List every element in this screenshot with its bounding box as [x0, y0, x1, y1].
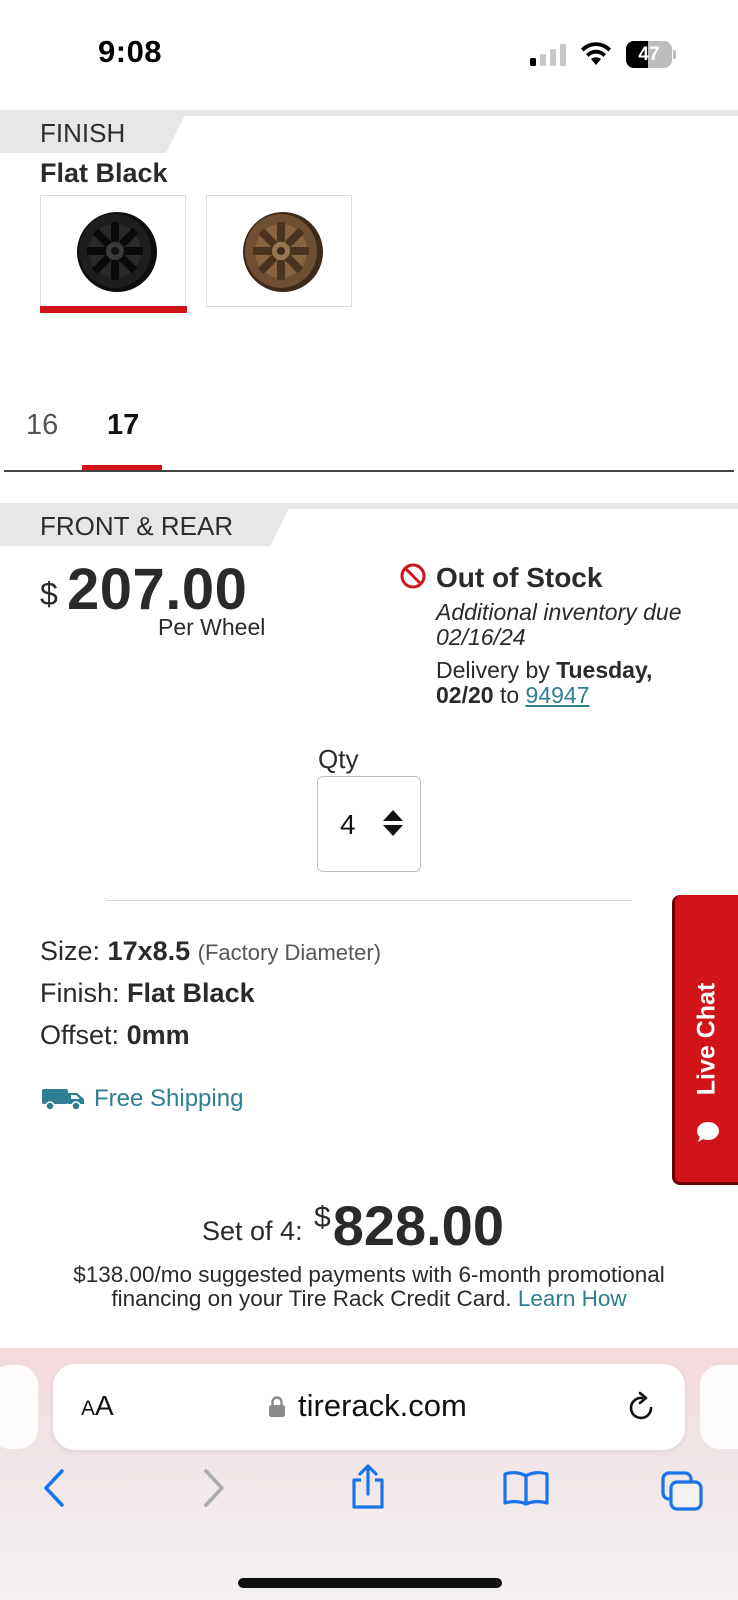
- set-total-label: Set of 4:: [202, 1216, 303, 1246]
- text-size-small-a: A: [81, 1397, 96, 1420]
- spec-offset: Offset: 0mm: [40, 1020, 190, 1051]
- free-shipping-label: Free Shipping: [94, 1085, 244, 1112]
- tab-diameter-17[interactable]: 17: [107, 409, 139, 442]
- spec-finish-label: Finish:: [40, 978, 120, 1008]
- url-text: tirerack.com: [298, 1388, 467, 1423]
- spec-finish: Finish: Flat Black: [40, 978, 255, 1009]
- diameter-tabs: 16 17: [0, 405, 738, 473]
- selected-swatch-underline: [39, 306, 187, 313]
- delivery-info: Delivery by Tuesday, 02/20 to 94947: [436, 658, 706, 708]
- learn-how-link[interactable]: Learn How: [518, 1286, 627, 1311]
- browser-toolbar: AA tirerack.com: [0, 1348, 738, 1600]
- zip-code-link[interactable]: 94947: [526, 682, 590, 708]
- spec-size-label: Size:: [40, 936, 101, 966]
- qty-value: 4: [340, 809, 356, 840]
- spec-offset-value: 0mm: [126, 1020, 190, 1050]
- spec-size-note: (Factory Diameter): [197, 940, 382, 965]
- set-total-currency: $: [314, 1201, 331, 1234]
- previous-tab-preview[interactable]: [0, 1365, 38, 1449]
- home-indicator: [238, 1578, 502, 1588]
- finish-swatch-bronze[interactable]: [206, 195, 352, 307]
- price-unit: Per Wheel: [158, 614, 266, 640]
- text-size-button[interactable]: AA: [81, 1390, 114, 1422]
- set-total-amount: 828.00: [332, 1194, 504, 1257]
- finish-section-label: FINISH: [0, 113, 186, 153]
- address-bar[interactable]: AA tirerack.com: [53, 1364, 685, 1450]
- tabs-icon[interactable]: [660, 1470, 704, 1512]
- spec-size-value: 17x8.5: [107, 936, 191, 966]
- next-tab-preview[interactable]: [700, 1365, 738, 1449]
- wifi-icon: [581, 42, 611, 65]
- content-divider: [106, 900, 632, 901]
- set-total-price: $828.00: [314, 1193, 504, 1258]
- stock-status: Out of Stock: [436, 562, 603, 593]
- wheel-image-bronze: [243, 212, 323, 292]
- live-chat-label: Live Chat: [692, 982, 720, 1095]
- battery-level: 47: [638, 44, 660, 65]
- wheel-image-flat-black: [77, 212, 157, 292]
- price-currency: $: [40, 576, 58, 612]
- reload-icon[interactable]: [627, 1390, 657, 1422]
- out-of-stock-icon: [400, 563, 426, 589]
- position-section-label: FRONT & REAR: [0, 506, 290, 546]
- select-arrows-icon: [383, 810, 403, 836]
- selected-finish-name: Flat Black: [40, 158, 168, 188]
- inventory-note: Additional inventory due 02/16/24: [436, 599, 682, 650]
- qty-label: Qty: [318, 744, 359, 774]
- delivery-truck-icon: [42, 1089, 84, 1111]
- spec-size: Size: 17x8.5 (Factory Diameter): [40, 936, 381, 967]
- delivery-prefix: Delivery by: [436, 657, 550, 683]
- live-chat-button[interactable]: Live Chat: [672, 895, 738, 1185]
- delivery-to: to: [499, 682, 520, 708]
- share-icon[interactable]: [348, 1464, 388, 1510]
- tab-diameter-16[interactable]: 16: [26, 409, 58, 442]
- text-size-big-a: A: [95, 1390, 114, 1421]
- battery-icon: 47: [626, 41, 676, 69]
- spec-offset-label: Offset:: [40, 1020, 120, 1050]
- bookmarks-icon[interactable]: [502, 1470, 550, 1506]
- tabs-divider: [4, 470, 734, 472]
- spec-finish-value: Flat Black: [127, 978, 255, 1008]
- status-time: 9:08: [98, 34, 163, 69]
- qty-select[interactable]: 4: [317, 776, 421, 872]
- forward-icon[interactable]: [200, 1468, 228, 1508]
- back-icon[interactable]: [40, 1468, 68, 1508]
- cellular-signal-icon: [530, 44, 566, 66]
- price-per-wheel: 207.00: [67, 557, 248, 622]
- status-bar: 9:08 47: [0, 0, 738, 100]
- finish-swatch-flat-black[interactable]: [39, 195, 187, 313]
- financing-note: $138.00/mo suggested payments with 6-mon…: [40, 1263, 698, 1311]
- lock-icon: [269, 1396, 285, 1417]
- chat-bubble-icon: [697, 1122, 719, 1142]
